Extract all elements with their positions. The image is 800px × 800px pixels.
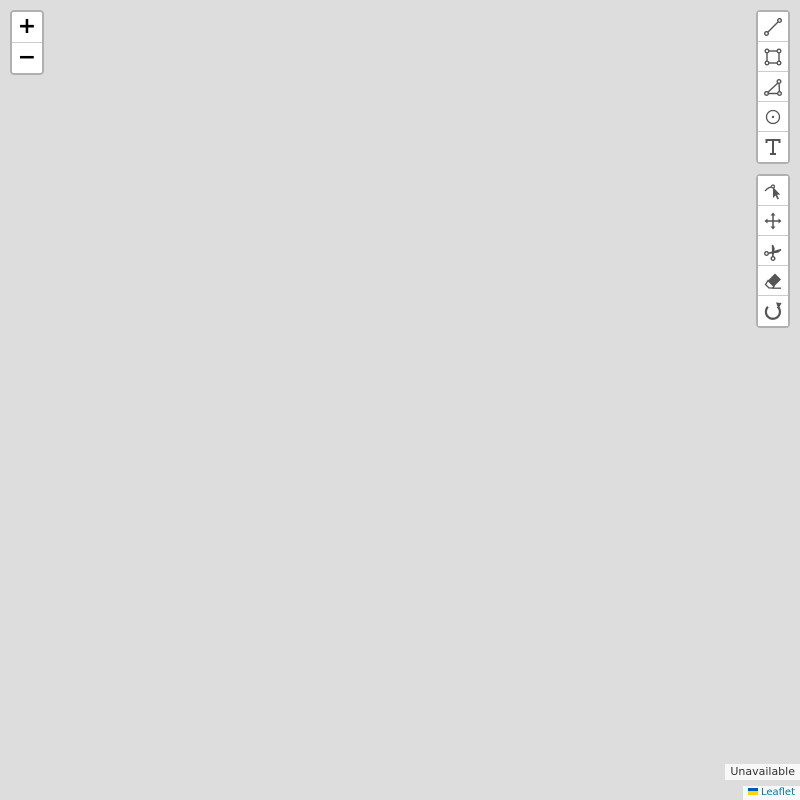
map-container[interactable]: + − Unavailable Leaflet [0, 0, 800, 800]
draw-rectangle-button[interactable] [758, 42, 788, 72]
edit-vertices-button[interactable] [758, 176, 788, 206]
zoom-control: + − [10, 10, 44, 75]
leaflet-link[interactable]: Leaflet [761, 787, 795, 798]
cut-icon [764, 244, 782, 261]
cut-button[interactable] [758, 236, 788, 266]
attribution: Unavailable Leaflet [725, 760, 800, 800]
rectangle-icon [764, 48, 782, 65]
polyline-icon [764, 17, 782, 36]
edit-vertices-icon [764, 183, 781, 199]
circle-marker-icon [765, 109, 781, 124]
draw-polyline-button[interactable] [758, 12, 788, 42]
draw-toolbar [756, 10, 790, 164]
rotate-button[interactable] [758, 296, 788, 326]
zoom-out-button[interactable]: − [12, 43, 42, 73]
move-icon [764, 212, 782, 229]
polygon-icon [764, 78, 782, 96]
edit-toolbar [756, 174, 790, 328]
text-icon [765, 139, 781, 155]
rotate-icon [764, 302, 782, 320]
eraser-icon [764, 273, 781, 289]
leaflet-attribution: Leaflet [742, 786, 800, 800]
draw-text-button[interactable] [758, 132, 788, 162]
draw-polygon-button[interactable] [758, 72, 788, 102]
attribution-text: Unavailable [725, 764, 800, 780]
move-button[interactable] [758, 206, 788, 236]
ukraine-flag-icon [747, 787, 758, 795]
eraser-button[interactable] [758, 266, 788, 296]
draw-circle-marker-button[interactable] [758, 102, 788, 132]
zoom-in-button[interactable]: + [12, 12, 42, 43]
